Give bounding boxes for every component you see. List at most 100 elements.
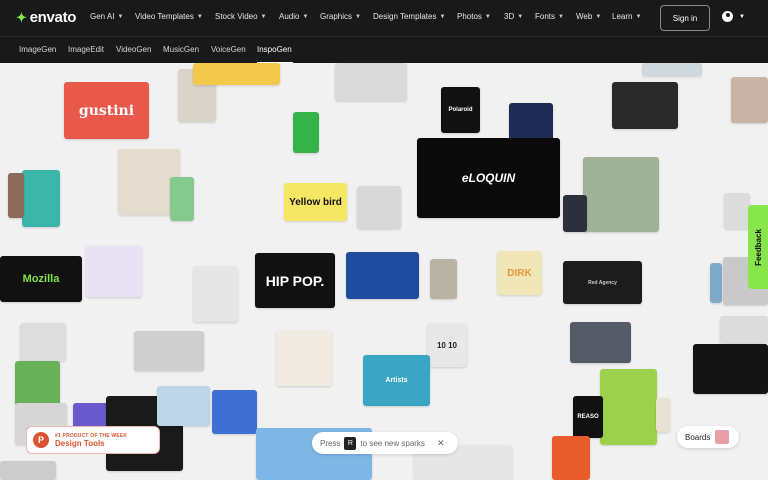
product-hunt-icon: P (33, 432, 49, 448)
image-tile[interactable] (170, 177, 194, 221)
top-nav: ✦ envato Gen AI ▼ Video Templates ▼ Stock … (0, 0, 768, 36)
tile-text: 10 10 (436, 340, 458, 350)
tile-reason[interactable]: REASO (573, 396, 603, 438)
image-tile[interactable] (693, 344, 768, 394)
image-tile[interactable] (276, 330, 332, 386)
inspiration-canvas[interactable]: gustini Polaroid eLOQUIN Yellow bird Moz… (0, 63, 768, 480)
image-tile[interactable] (357, 186, 401, 229)
tile-text: REASO (577, 414, 599, 420)
boards-label: Boards (685, 432, 711, 442)
chevron-down-icon: ▼ (595, 13, 602, 20)
image-tile[interactable] (710, 263, 722, 303)
envato-logo[interactable]: ✦ envato (16, 9, 76, 26)
image-tile[interactable] (8, 173, 24, 218)
tile-text: eLOQUIN (461, 171, 516, 185)
image-tile[interactable] (293, 112, 319, 153)
nav-stock-video[interactable]: Stock Video ▼ (215, 12, 267, 21)
image-tile[interactable] (0, 461, 56, 480)
image-tile[interactable] (22, 170, 60, 227)
image-tile[interactable] (134, 331, 204, 371)
account-menu[interactable]: ▼ (722, 11, 745, 22)
tile-yellowbird[interactable]: Yellow bird (284, 183, 347, 221)
product-hunt-badge[interactable]: P #1 PRODUCT OF THE WEEK Design Tools (26, 426, 160, 454)
nav-learn[interactable]: Learn ▼ (612, 12, 641, 21)
nav-label: Fonts (535, 12, 556, 21)
close-icon[interactable]: ✕ (437, 438, 445, 449)
boards-button[interactable]: Boards (677, 426, 739, 448)
spark-before: Press (320, 438, 341, 448)
image-tile[interactable] (157, 386, 210, 426)
image-tile[interactable] (552, 436, 590, 480)
image-tile[interactable] (583, 157, 659, 232)
image-tile[interactable] (570, 322, 631, 363)
image-tile[interactable] (731, 77, 768, 123)
tile-eloquin[interactable]: eLOQUIN (417, 138, 560, 218)
nav-audio[interactable]: Audio ▼ (279, 12, 308, 21)
image-tile[interactable] (656, 398, 670, 432)
nav-design-templates[interactable]: Design Templates ▼ (373, 12, 445, 21)
nav-photos[interactable]: Photos ▼ (457, 12, 491, 21)
nav-fonts[interactable]: Fonts ▼ (535, 12, 564, 21)
tile-ad-agency[interactable]: Red Agency (563, 261, 642, 304)
image-tile[interactable] (86, 246, 142, 297)
image-tile[interactable] (335, 63, 407, 101)
subnav-voicegen[interactable]: VoiceGen (211, 45, 246, 54)
boards-thumbnail (715, 430, 730, 444)
image-tile[interactable] (20, 323, 66, 361)
image-tile[interactable] (15, 361, 60, 406)
feedback-tab[interactable]: Feedback (748, 205, 768, 289)
nav-label: Design Templates (373, 12, 437, 21)
tile-text: Mozilla (22, 273, 60, 285)
chevron-down-icon: ▼ (635, 13, 642, 20)
tile-text: Artists (385, 377, 408, 384)
tile-mozilla[interactable]: Mozilla (0, 256, 82, 302)
subnav-musicgen[interactable]: MusicGen (163, 45, 199, 54)
chevron-down-icon: ▼ (558, 13, 564, 20)
tile-polaroid[interactable]: Polaroid (441, 87, 480, 133)
image-tile[interactable] (642, 63, 702, 76)
image-tile[interactable] (563, 195, 587, 232)
chevron-down-icon: ▼ (517, 13, 524, 20)
nav-label: Gen AI (90, 12, 115, 21)
tile-text: DIRK (507, 267, 532, 279)
subnav-imageedit[interactable]: ImageEdit (68, 45, 104, 54)
tile-text: HIP POP. (265, 272, 325, 289)
image-tile[interactable] (212, 390, 257, 434)
image-tile[interactable] (720, 316, 768, 343)
image-tile[interactable] (600, 369, 657, 445)
user-icon (722, 11, 733, 22)
tile-text: Polaroid (448, 107, 473, 113)
tile-clock[interactable]: 10 10 (427, 323, 467, 367)
image-tile[interactable] (724, 193, 750, 229)
key-r: R (344, 436, 357, 450)
nav-3d[interactable]: 3D ▼ (504, 12, 523, 21)
image-tile[interactable] (193, 266, 238, 322)
tile-dirk[interactable]: DIRK (497, 251, 542, 295)
nav-label: Stock Video (215, 12, 258, 21)
subnav-videogen[interactable]: VideoGen (116, 45, 151, 54)
nav-web[interactable]: Web ▼ (576, 12, 601, 21)
image-tile[interactable] (346, 252, 419, 299)
tile-hiphop[interactable]: HIP POP. (255, 253, 335, 308)
nav-graphics[interactable]: Graphics ▼ (320, 12, 361, 21)
nav-gen-ai[interactable]: Gen AI ▼ (90, 12, 123, 21)
sign-in-button[interactable]: Sign in (660, 5, 710, 31)
nav-label: Learn (612, 12, 633, 21)
nav-video-templates[interactable]: Video Templates ▼ (135, 12, 203, 21)
chevron-down-icon: ▼ (260, 13, 267, 20)
tile-gustini[interactable]: gustini (64, 82, 149, 139)
image-tile[interactable] (193, 63, 280, 85)
tile-text: gustini (78, 102, 135, 119)
subnav-inspogen[interactable]: InspoGen (257, 45, 292, 54)
nav-label: Audio (279, 12, 300, 21)
badge-line2: Design Tools (55, 438, 105, 448)
tile-text: Yellow bird (289, 196, 342, 208)
spark-hint: Press R to see new sparks ✕ (312, 432, 458, 454)
image-tile[interactable] (612, 82, 678, 129)
tile-poster-badge[interactable]: Artists (363, 355, 430, 406)
image-tile[interactable] (509, 103, 553, 141)
subnav-imagegen[interactable]: ImageGen (19, 45, 56, 54)
chevron-down-icon: ▼ (484, 13, 491, 20)
nav-label: 3D (504, 12, 515, 21)
image-tile[interactable] (430, 259, 457, 299)
